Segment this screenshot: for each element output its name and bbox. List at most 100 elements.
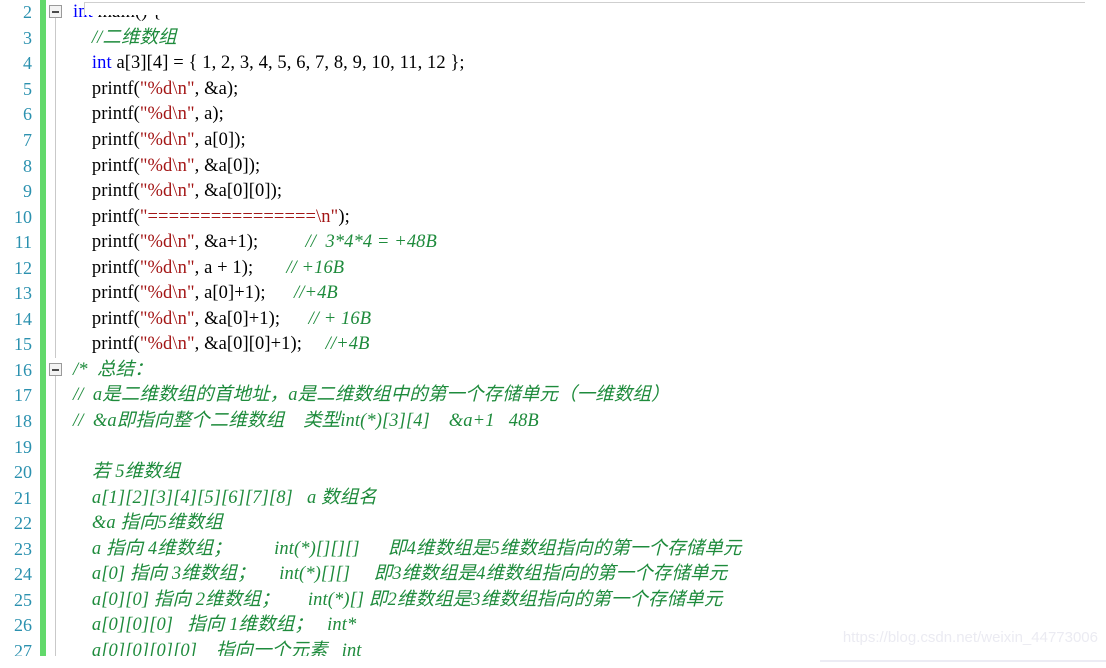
keyword-token: int [91,53,112,74]
plain-code-token: , a[0]+1); [194,283,295,304]
fold-column[interactable] [46,76,66,103]
code-text[interactable]: //二维数组 [66,26,1106,51]
fold-column[interactable] [46,51,66,77]
fold-column[interactable] [46,178,66,205]
comment-token: // a是二维数组的首地址，a是二维数组中的第一个存储单元（一维数组） [73,385,670,406]
code-text[interactable]: printf("%d\n", &a[0]+1); // + 16B [66,307,1106,332]
code-text[interactable]: a[1][2][3][4][5][6][7][8] a 数组名 [66,486,1106,511]
plain-code-token: , &a[0][0]+1); [194,334,326,355]
code-line[interactable]: 11 printf("%d\n", &a+1); // 3*4*4 = +48B [0,229,1106,256]
fold-column[interactable] [46,153,66,179]
code-text[interactable]: // a是二维数组的首地址，a是二维数组中的第一个存储单元（一维数组） [66,383,1106,408]
code-text[interactable]: // &a即指向整个二维数组 类型int(*)[3][4] &a+1 48B [66,409,1106,434]
code-text[interactable]: a[0] 指向 3维数组； int(*)[][] 即3维数组是4维数组指向的第一… [66,562,1106,587]
code-text[interactable]: printf("%d\n", &a[0]); [66,154,1106,179]
comment-token: //二维数组 [73,27,177,48]
fold-column[interactable] [46,127,66,154]
bottom-cut-row [0,656,1106,668]
fold-collapse-icon[interactable] [49,5,62,18]
line-number: 12 [14,257,32,278]
fold-column[interactable] [46,358,66,384]
string-literal-token: "%d\n" [139,232,195,253]
fold-column[interactable] [46,587,66,614]
fold-guide-line [55,510,56,537]
fold-column[interactable] [46,408,66,435]
code-line[interactable]: 18 // &a即指向整个二维数组 类型int(*)[3][4] &a+1 48B [0,408,1106,435]
code-text[interactable]: int a[3][4] = { 1, 2, 3, 4, 5, 6, 7, 8, … [66,51,1106,76]
code-text[interactable]: printf("%d\n", &a+1); // 3*4*4 = +48B [66,230,1106,255]
code-text[interactable]: printf("%d\n", &a[0][0]); [66,179,1106,204]
code-line[interactable]: 8 printf("%d\n", &a[0]); [0,153,1106,179]
fold-column[interactable] [46,25,66,52]
code-line[interactable]: 3 //二维数组 [0,25,1106,52]
code-line[interactable]: 5 printf("%d\n", &a); [0,76,1106,103]
comment-token: a[0] 指向 3维数组； int(*)[][] 即3维数组是4维数组指向的第一… [73,564,728,585]
code-text[interactable]: printf("%d\n", &a); [66,77,1106,102]
line-number: 4 [23,53,32,74]
fold-column[interactable] [46,459,66,486]
code-line[interactable]: 23 a 指向 4维数组； int(*)[][][] 即4维数组是5维数组指向的… [0,536,1106,563]
fold-column[interactable] [46,485,66,511]
fold-column[interactable] [46,255,66,282]
code-text[interactable]: printf("%d\n", a[0]); [66,128,1106,153]
code-text[interactable]: printf("%d\n", a + 1); // +16B [66,256,1106,281]
fold-column[interactable] [46,536,66,563]
string-literal-token: "================\n" [139,206,339,227]
fold-column[interactable] [46,383,66,409]
code-line[interactable]: 15 printf("%d\n", &a[0][0]+1); //+4B [0,332,1106,358]
fold-guide-line [55,613,56,639]
comment-token: a[0][0] 指向 2维数组； int(*)[] 即2维数组是3维数组指向的第… [73,589,723,610]
code-text[interactable]: printf("%d\n", a); [66,102,1106,127]
plain-code-token: , &a); [194,78,239,99]
fold-column[interactable] [46,434,66,460]
code-line[interactable]: 17 // a是二维数组的首地址，a是二维数组中的第一个存储单元（一维数组） [0,383,1106,409]
fold-column[interactable] [46,281,66,307]
fold-column[interactable] [46,332,66,358]
code-editor-viewport[interactable]: 2int main() {3 //二维数组4 int a[3][4] = { 1… [0,0,1106,668]
code-line[interactable]: 6 printf("%d\n", a); [0,102,1106,128]
code-line[interactable]: 4 int a[3][4] = { 1, 2, 3, 4, 5, 6, 7, 8… [0,51,1106,77]
code-line[interactable]: 14 printf("%d\n", &a[0]+1); // + 16B [0,306,1106,333]
fold-column[interactable] [46,0,66,26]
code-line[interactable]: 24 a[0] 指向 3维数组； int(*)[][] 即3维数组是4维数组指向… [0,562,1106,588]
fold-collapse-icon[interactable] [49,362,62,376]
code-text[interactable]: 若 5维数组 [66,460,1106,485]
code-line[interactable]: 20 若 5维数组 [0,459,1106,486]
code-text[interactable]: a[0][0] 指向 2维数组； int(*)[] 即2维数组是3维数组指向的第… [66,588,1106,613]
watermark-text: https://blog.csdn.net/weixin_44773006 [842,629,1098,646]
code-text[interactable]: &a 指向5维数组 [66,511,1106,536]
fold-column[interactable] [46,102,66,128]
code-line[interactable]: 21 a[1][2][3][4][5][6][7][8] a 数组名 [0,485,1106,511]
code-line[interactable]: 13 printf("%d\n", a[0]+1); //+4B [0,281,1106,307]
line-number: 22 [14,513,32,534]
fold-column[interactable] [46,306,66,333]
code-line[interactable]: 9 printf("%d\n", &a[0][0]); [0,178,1106,205]
fold-guide-line [55,536,56,563]
comment-token: //+4B [325,334,370,355]
code-line[interactable]: 10 printf("================\n"); [0,204,1106,230]
code-lines-container[interactable]: 2int main() {3 //二维数组4 int a[3][4] = { 1… [0,0,1106,665]
code-line[interactable]: 19 [0,434,1106,460]
code-line[interactable]: 25 a[0][0] 指向 2维数组； int(*)[] 即2维数组是3维数组指… [0,587,1106,614]
string-literal-token: "%d\n" [139,155,195,176]
fold-column[interactable] [46,510,66,537]
comment-token: a 指向 4维数组； int(*)[][][] 即4维数组是5维数组指向的第一个… [73,538,742,559]
code-text[interactable]: a 指向 4维数组； int(*)[][][] 即4维数组是5维数组指向的第一个… [66,537,1106,562]
fold-guide-line [55,153,56,179]
code-line[interactable]: 16 /* 总结： [0,357,1106,384]
fold-column[interactable] [46,204,66,230]
fold-column[interactable] [46,613,66,639]
plain-code-token: printf( [73,308,140,329]
code-text[interactable]: /* 总结： [66,358,1106,383]
code-text[interactable]: printf("================\n"); [66,205,1106,230]
fold-column[interactable] [46,229,66,256]
fold-column[interactable] [46,562,66,588]
plain-code-token: printf( [73,181,140,202]
code-line[interactable]: 12 printf("%d\n", a + 1); // +16B [0,255,1106,282]
code-line[interactable]: 7 printf("%d\n", a[0]); [0,127,1106,154]
code-text[interactable]: printf("%d\n", &a[0][0]+1); //+4B [66,332,1106,357]
code-text[interactable]: printf("%d\n", a[0]+1); //+4B [66,281,1106,306]
plain-code-token: , &a[0]); [194,155,261,176]
fold-guide-line [55,383,56,409]
code-line[interactable]: 22 &a 指向5维数组 [0,510,1106,537]
